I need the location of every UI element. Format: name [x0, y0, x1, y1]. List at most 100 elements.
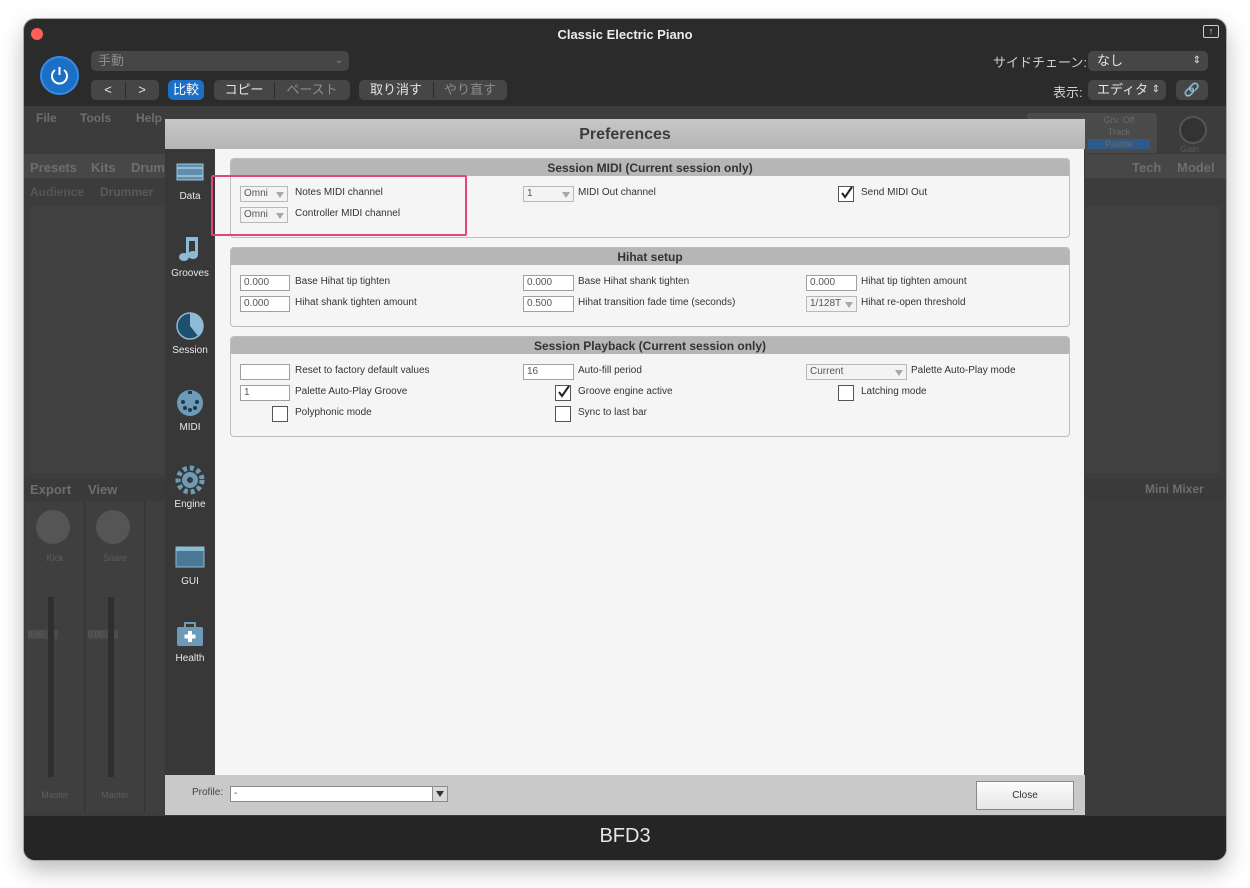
preset-select[interactable]: 手動 ⌄: [91, 51, 349, 71]
sidechain-select[interactable]: なし ⇕: [1088, 51, 1208, 71]
latching-mode-checkbox[interactable]: [838, 385, 854, 401]
sidebar-item-label: GUI: [181, 576, 199, 587]
base-hihat-tip-label: Base Hihat tip tighten: [295, 276, 391, 287]
grv-off-label: Grv. Off: [1103, 115, 1135, 125]
power-button[interactable]: [40, 56, 79, 95]
menu-file[interactable]: File: [36, 111, 57, 125]
send-midi-out-checkbox[interactable]: [838, 186, 854, 202]
reset-defaults-button[interactable]: [240, 364, 290, 380]
highlight-annotation: [211, 175, 467, 236]
gain-knob[interactable]: [1179, 116, 1207, 144]
tab-drum[interactable]: Drum: [131, 160, 165, 175]
tab-presets[interactable]: Presets: [30, 160, 77, 175]
tab-tech[interactable]: Tech: [1132, 160, 1161, 175]
sidechain-value: なし: [1097, 53, 1124, 68]
data-icon: [175, 157, 205, 187]
sidebar-item-gui[interactable]: GUI: [165, 542, 215, 587]
paste-button[interactable]: ペースト: [274, 80, 350, 100]
export-menu[interactable]: Export: [30, 482, 71, 497]
sidechain-label: サイドチェーン:: [993, 55, 1087, 70]
channel-bus: Master: [41, 790, 69, 800]
profile-select[interactable]: -: [230, 786, 448, 802]
section-header: Hihat setup: [231, 248, 1069, 265]
base-hihat-shank-input[interactable]: 0.000: [523, 275, 574, 291]
view-menu[interactable]: View: [88, 482, 117, 497]
subtab-audience[interactable]: Audience: [30, 185, 84, 199]
preferences-sidebar: Data Grooves Session MIDI Engine GUI Hea…: [165, 149, 215, 775]
compare-button[interactable]: 比較: [168, 80, 204, 100]
polyphonic-mode-checkbox[interactable]: [272, 406, 288, 422]
select-value: -: [234, 788, 238, 799]
menu-help[interactable]: Help: [136, 111, 162, 125]
dropdown-arrow-icon: [432, 787, 447, 801]
base-hihat-tip-input[interactable]: 0.000: [240, 275, 290, 291]
session-pie-icon: [175, 311, 205, 341]
profile-label: Profile:: [192, 787, 224, 798]
hihat-setup-section: Hihat setup 0.000 Base Hihat tip tighten…: [230, 247, 1070, 327]
chevron-down-icon: ⌄: [334, 55, 343, 66]
autofill-period-input[interactable]: 16: [523, 364, 574, 380]
engine-gear-icon: [175, 465, 205, 495]
footer-label: BFD3: [599, 825, 651, 847]
sidebar-item-label: Grooves: [171, 268, 209, 279]
section-header: Session MIDI (Current session only): [231, 159, 1069, 176]
back-button[interactable]: <: [91, 80, 125, 100]
send-midi-out-label: Send MIDI Out: [861, 187, 928, 198]
hihat-reopen-select[interactable]: 1/128T: [806, 296, 857, 312]
view-select[interactable]: エディタ ⇕: [1088, 80, 1166, 100]
undo-redo-group: 取り消す やり直す: [359, 80, 507, 100]
dialog-title: Preferences: [165, 119, 1085, 149]
plugin-window: Classic Electric Piano ↑ 手動 ⌄ < > 比較 コピー…: [24, 19, 1226, 860]
gain-label: Gain: [1180, 144, 1200, 154]
subtab-drummer[interactable]: Drummer: [100, 185, 153, 199]
window-title: Classic Electric Piano: [557, 27, 693, 42]
power-icon: [51, 67, 68, 85]
hihat-reopen-label: Hihat re-open threshold: [861, 297, 966, 308]
autoplay-groove-input[interactable]: 1: [240, 385, 290, 401]
channel-name: Kick: [46, 553, 64, 563]
sidebar-item-label: Engine: [174, 499, 206, 510]
mixer-strip-snare: Snare 0.00 Master: [86, 502, 145, 812]
sync-last-bar-checkbox[interactable]: [555, 406, 571, 422]
autoplay-mode-label: Palette Auto-Play mode: [911, 365, 1016, 376]
midi-out-channel-select[interactable]: 1: [523, 186, 574, 202]
sidebar-item-session[interactable]: Session: [165, 311, 215, 356]
sidebar-item-label: Session: [172, 345, 208, 356]
forward-button[interactable]: >: [125, 80, 159, 100]
select-value: 1/128T: [810, 298, 842, 309]
autofill-period-label: Auto-fill period: [578, 365, 642, 376]
dropdown-arrow-icon: [562, 192, 570, 198]
health-kit-icon: [175, 619, 205, 649]
sidebar-item-grooves[interactable]: Grooves: [165, 234, 215, 279]
tab-model[interactable]: Model: [1177, 160, 1215, 175]
music-note-icon: [175, 234, 205, 264]
tab-kits[interactable]: Kits: [91, 160, 116, 175]
view-value: エディタ: [1097, 82, 1149, 97]
channel-name: Snare: [102, 553, 128, 563]
autoplay-mode-select[interactable]: Current: [806, 364, 907, 380]
checkmark-icon: [558, 385, 570, 398]
copy-button[interactable]: コピー: [214, 80, 274, 100]
section-header: Session Playback (Current session only): [231, 337, 1069, 354]
sidebar-item-engine[interactable]: Engine: [165, 465, 215, 510]
groove-engine-checkbox[interactable]: [555, 385, 571, 401]
hihat-shank-amount-input[interactable]: 0.000: [240, 296, 290, 312]
expand-icon[interactable]: ↑: [1203, 25, 1219, 38]
palette-label: Palette: [1088, 139, 1150, 149]
sidebar-item-midi[interactable]: MIDI: [165, 388, 215, 433]
link-button[interactable]: 🔗: [1176, 80, 1208, 100]
midi-connector-icon: [175, 388, 205, 418]
midi-out-channel-label: MIDI Out channel: [578, 187, 656, 198]
hihat-tip-amount-input[interactable]: 0.000: [806, 275, 857, 291]
menu-tools[interactable]: Tools: [80, 111, 111, 125]
sidebar-item-data[interactable]: Data: [165, 157, 215, 202]
sidebar-item-health[interactable]: Health: [165, 619, 215, 664]
undo-button[interactable]: 取り消す: [359, 80, 433, 100]
copy-paste-group: コピー ペースト: [214, 80, 350, 100]
updown-chevron-icon: ⇕: [1151, 84, 1160, 95]
sidebar-item-label: Data: [179, 191, 201, 202]
channel-bus: Master: [101, 790, 129, 800]
redo-button[interactable]: やり直す: [433, 80, 507, 100]
hihat-fade-time-input[interactable]: 0.500: [523, 296, 574, 312]
close-button[interactable]: Close: [976, 781, 1074, 810]
